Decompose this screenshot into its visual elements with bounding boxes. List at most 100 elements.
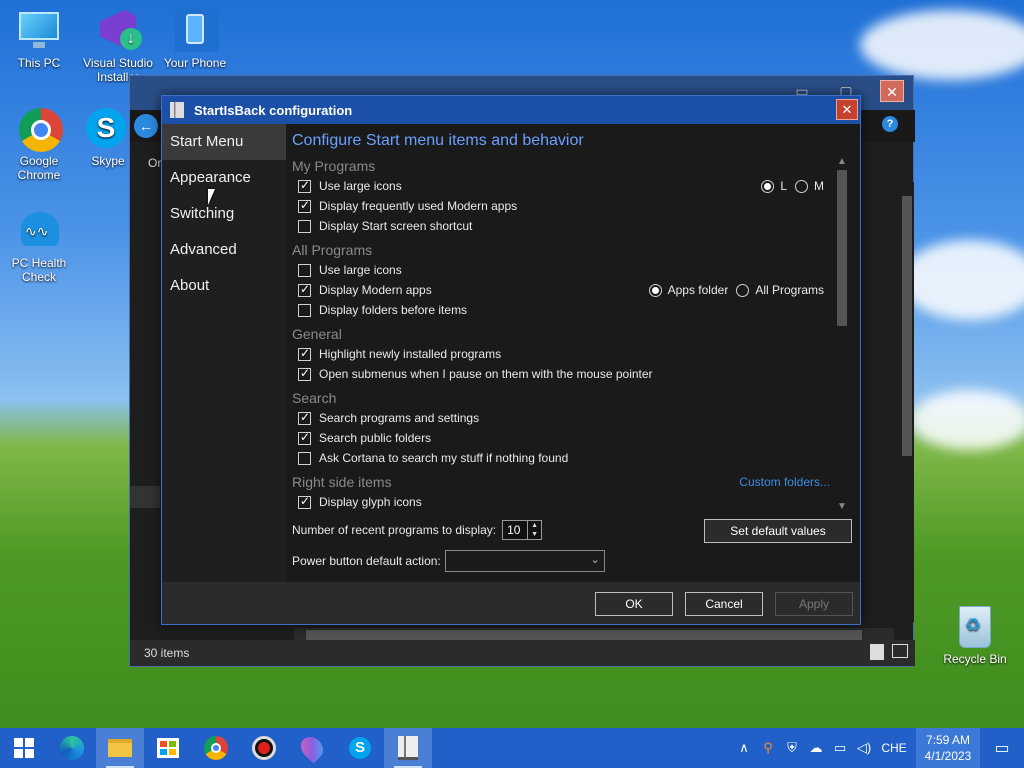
option-row[interactable]: Highlight newly installed programs	[292, 344, 836, 364]
sidebar-item-appearance[interactable]: Appearance	[162, 160, 286, 196]
option-row[interactable]: Display glyph icons	[292, 492, 836, 512]
scroll-up-icon[interactable]: ▲	[834, 156, 850, 167]
security-shield-icon[interactable]: ⛨	[780, 740, 804, 756]
options-vscroll[interactable]: ▲ ▼	[834, 156, 850, 512]
checkbox[interactable]	[298, 303, 311, 317]
checkbox[interactable]	[298, 178, 311, 193]
radio-large[interactable]	[761, 179, 775, 193]
taskbar-chrome[interactable]	[192, 728, 240, 768]
close-icon[interactable]: ✕	[880, 80, 904, 102]
taskbar-edge[interactable]	[48, 728, 96, 768]
option-row[interactable]: Search public folders	[292, 428, 836, 448]
desktop-icon-this-pc[interactable]: This PC	[1, 8, 77, 70]
checkbox[interactable]	[298, 282, 311, 297]
explorer-vscroll[interactable]	[900, 182, 914, 622]
sidebar-item-start-menu[interactable]: Start Menu	[162, 124, 286, 160]
option-row[interactable]: Display Modern apps Apps folder All Prog…	[292, 280, 836, 300]
desktop-icon-google-chrome[interactable]: Google Chrome	[1, 106, 77, 182]
search-key-icon[interactable]: ⚲	[756, 740, 780, 756]
sidebar-item-advanced[interactable]: Advanced	[162, 232, 286, 268]
taskbar-skype[interactable]: S	[336, 728, 384, 768]
start-button[interactable]	[0, 728, 48, 768]
option-label: Highlight newly installed programs	[319, 347, 502, 361]
mouse-cursor-icon	[208, 189, 215, 205]
map-pin-icon	[296, 732, 328, 764]
option-row[interactable]: Display Start screen shortcut	[292, 216, 836, 236]
checkbox[interactable]	[298, 494, 311, 509]
option-label: Display Modern apps	[319, 283, 432, 297]
checkbox[interactable]	[298, 263, 311, 277]
checkbox[interactable]	[298, 346, 311, 361]
sidebar-item-about[interactable]: About	[162, 268, 286, 304]
heart-icon: ∿∿	[17, 208, 61, 252]
recent-programs-stepper[interactable]: 10 ▲ ▼	[502, 520, 543, 540]
taskbar-recorder[interactable]	[240, 728, 288, 768]
checkbox[interactable]	[298, 366, 311, 381]
option-row[interactable]: Display folders before items	[292, 300, 836, 320]
clock-date: 4/1/2023	[924, 749, 972, 763]
dialog-footer: OK Cancel Apply	[162, 582, 860, 624]
taskbar-file-explorer[interactable]	[96, 728, 144, 768]
option-row[interactable]: Search programs and settings	[292, 408, 836, 428]
desktop-icon-your-phone[interactable]: Your Phone	[157, 8, 233, 70]
checkbox[interactable]	[298, 198, 311, 213]
desktop-icon-label: PC Health Check	[11, 256, 67, 284]
checkbox[interactable]	[298, 430, 311, 445]
radio-all-programs[interactable]	[736, 283, 750, 297]
explorer-nav-selected[interactable]	[130, 486, 160, 508]
option-row[interactable]: Open submenus when I pause on them with …	[292, 364, 836, 384]
back-arrow-icon[interactable]: ←	[134, 114, 158, 138]
desktop-icon-visual-studio-installer[interactable]: ↓ Visual Studio Installer	[80, 8, 156, 84]
radio-label: L	[780, 179, 787, 193]
clock[interactable]: 7:59 AM 4/1/2023	[916, 728, 980, 768]
input-language[interactable]: CHE	[876, 741, 912, 755]
group-header-label: Right side items	[292, 474, 392, 490]
startisback-app-icon	[170, 102, 184, 118]
group-header-right-side-items: Right side items Custom folders...	[292, 472, 836, 492]
option-row[interactable]: Use large icons L M	[292, 176, 836, 196]
checkbox[interactable]	[298, 451, 311, 465]
explorer-hscroll-thumb[interactable]	[306, 630, 862, 640]
taskbar-maps[interactable]	[288, 728, 336, 768]
option-row[interactable]: Use large icons	[292, 260, 836, 280]
radio-medium[interactable]	[795, 179, 808, 193]
stepper-value[interactable]: 10	[503, 523, 527, 537]
notifications-icon[interactable]: ▭	[980, 738, 1024, 758]
help-icon[interactable]: ?	[882, 116, 898, 132]
radio-label: All Programs	[755, 283, 824, 297]
taskbar-startisback[interactable]	[384, 728, 432, 768]
cancel-button[interactable]: Cancel	[685, 592, 763, 616]
desktop-icon-pc-health-check[interactable]: ∿∿ PC Health Check	[1, 208, 77, 284]
sidebar-item-switching[interactable]: Switching	[162, 196, 286, 232]
ok-button[interactable]: OK	[595, 592, 673, 616]
taskbar-store[interactable]	[144, 728, 192, 768]
custom-folders-link[interactable]: Custom folders...	[739, 472, 830, 492]
dialog-titlebar[interactable]: StartIsBack configuration	[162, 96, 860, 124]
volume-icon[interactable]: ◁)	[852, 740, 876, 756]
stepper-arrows-icon[interactable]: ▲ ▼	[527, 521, 541, 539]
details-view-icon[interactable]	[870, 644, 884, 660]
explorer-vscroll-thumb[interactable]	[902, 196, 912, 456]
desktop-icon-label: This PC	[17, 56, 61, 70]
option-row[interactable]: Ask Cortana to search my stuff if nothin…	[292, 448, 836, 468]
startisback-config-dialog[interactable]: StartIsBack configuration ✕ Start Menu A…	[161, 95, 861, 625]
radio-apps-folder[interactable]	[648, 283, 662, 297]
dialog-close-button[interactable]: ✕	[836, 99, 858, 120]
scroll-thumb[interactable]	[837, 170, 847, 326]
cloud	[910, 390, 1024, 450]
scroll-down-icon[interactable]: ▼	[834, 501, 850, 512]
desktop-icon-label: Google Chrome	[17, 154, 61, 182]
network-icon[interactable]: ▭	[828, 740, 852, 756]
desktop-icon-label: Your Phone	[163, 56, 227, 70]
checkbox[interactable]	[298, 219, 311, 233]
dialog-title: StartIsBack configuration	[194, 102, 353, 118]
power-button-select[interactable]: ⌄	[444, 550, 605, 572]
set-default-values-button[interactable]: Set default values	[704, 519, 852, 543]
checkbox[interactable]	[298, 410, 311, 425]
chevron-up-icon[interactable]: ∧	[732, 740, 756, 756]
option-row[interactable]: Display frequently used Modern apps	[292, 196, 836, 216]
apply-button[interactable]: Apply	[775, 592, 853, 616]
cloud-offline-icon[interactable]: ☁	[804, 740, 828, 756]
desktop-icon-recycle-bin[interactable]: ♻ Recycle Bin	[937, 604, 1013, 666]
large-icons-view-icon[interactable]	[892, 644, 908, 658]
